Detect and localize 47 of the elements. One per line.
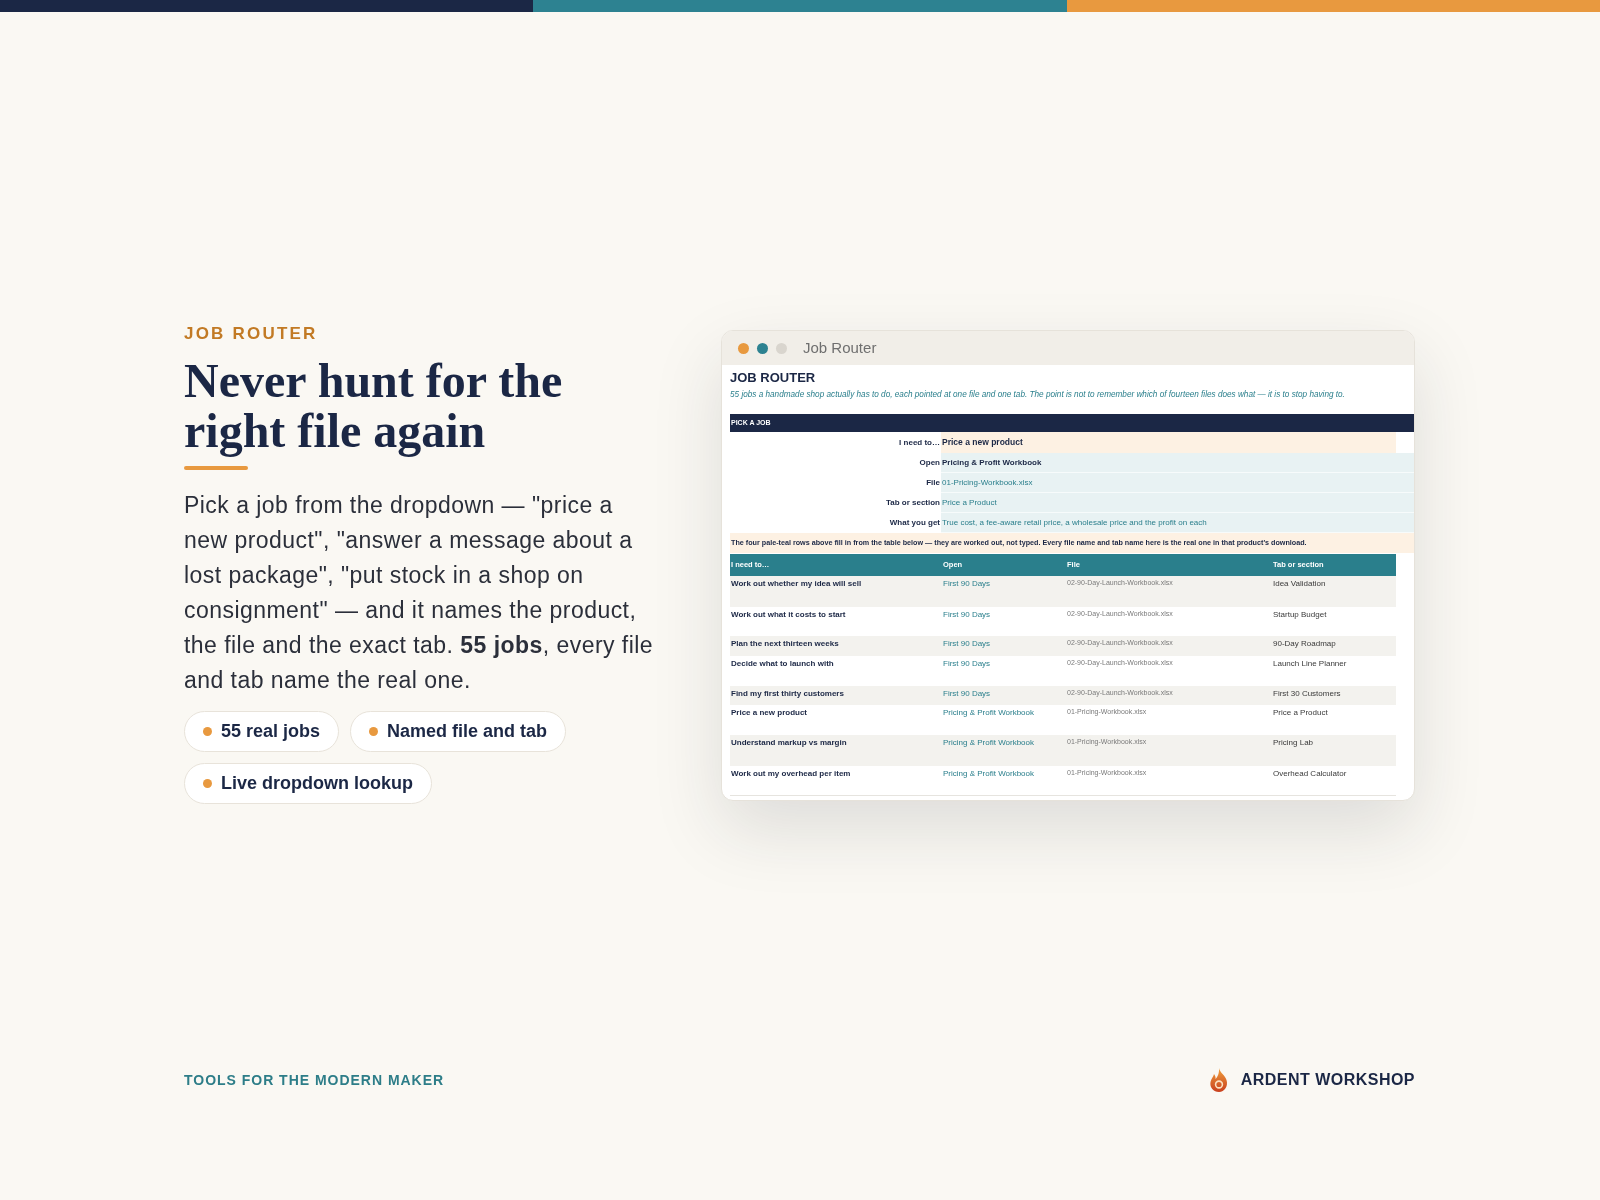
brand-name: ARDENT WORKSHOP (1240, 1070, 1415, 1090)
lookup-value: Pricing & Profit Workbook (941, 453, 1414, 473)
flame-icon (1208, 1068, 1229, 1092)
field-label: Tab or section (884, 497, 941, 509)
sheet-subtitle: 55 jobs a handmade shop actually has to do, each pointed at one file and one tab. The point is not to remember which of fourteen files does what — it is to stop having to. (730, 389, 1345, 401)
table-cell-text: Idea Validation (1272, 578, 1327, 590)
footer-tagline: TOOLS FOR THE MODERN MAKER (184, 1070, 445, 1090)
window-title: Job Router (803, 337, 877, 358)
job-dropdown[interactable]: Price a new product (941, 432, 1396, 453)
table-cell-text: 90-Day Roadmap (1272, 638, 1337, 650)
table-cell-text: First 90 Days (942, 658, 992, 670)
field-label: What you get (888, 517, 941, 529)
table-cell-text: Startup Budget (1272, 609, 1328, 621)
table-cell-text: Understand markup vs margin (730, 737, 848, 749)
table-cell-text: Work out whether my idea will sell (730, 578, 863, 590)
eyebrow-label: JOB ROUTER (184, 324, 318, 344)
lookup-value: True cost, a fee-aware retail price, a wholesale price and the profit on each (941, 513, 1414, 533)
table-cell-text: Launch Line Planner (1272, 658, 1348, 670)
field-label: File (925, 477, 941, 489)
feature-label: 55 real jobs (221, 720, 321, 743)
table-cell-text: Decide what to launch with (730, 658, 835, 670)
table-cell-text: First 90 Days (942, 638, 992, 650)
table-cell-text: First 90 Days (942, 688, 992, 700)
table-cell-text: First 90 Days (942, 578, 992, 590)
table-cell-text: Pricing & Profit Workbook (942, 707, 1035, 719)
table-cell-text: Pricing Lab (1272, 737, 1315, 749)
sheet-title: JOB ROUTER (730, 370, 816, 386)
table-cell-text: Overhead Calculator (1272, 768, 1348, 780)
table-cell-text: Work out my overhead per item (730, 768, 852, 780)
table-cell-text: Work out what it costs to start (730, 609, 847, 621)
table-cell-text: Plan the next thirteen weeks (730, 638, 840, 650)
field-label: I need to… (898, 436, 941, 449)
table-cell-text: First 30 Customers (1272, 688, 1342, 700)
table-cell-text: First 90 Days (942, 609, 992, 621)
feature-label: Named file and tab (387, 720, 548, 743)
heading-underline (184, 466, 248, 470)
table-cell-text: Pricing & Profit Workbook (942, 737, 1035, 749)
field-label: Open (918, 457, 941, 469)
lookup-value: Price a Product (941, 493, 1414, 513)
description-paragraph: Pick a job from the dropdown — "price a new product", "answer a message about a lost package", "put stock in a shop on consignment" — and it names the product, the file and the exact tab. 55 jobs, every file and tab name the real one. (184, 491, 655, 695)
table-cell-text: Find my first thirty customers (730, 688, 845, 700)
table-cell-text: Price a new product (730, 707, 809, 719)
feature-label: Live dropdown lookup (221, 772, 413, 795)
lookup-value: 01-Pricing-Workbook.xlsx (941, 473, 1414, 493)
table-cell-text: Price a Product (1272, 707, 1329, 719)
table-cell-text: Pricing & Profit Workbook (942, 768, 1035, 780)
page-heading: Never hunt for the right file again (184, 356, 564, 456)
